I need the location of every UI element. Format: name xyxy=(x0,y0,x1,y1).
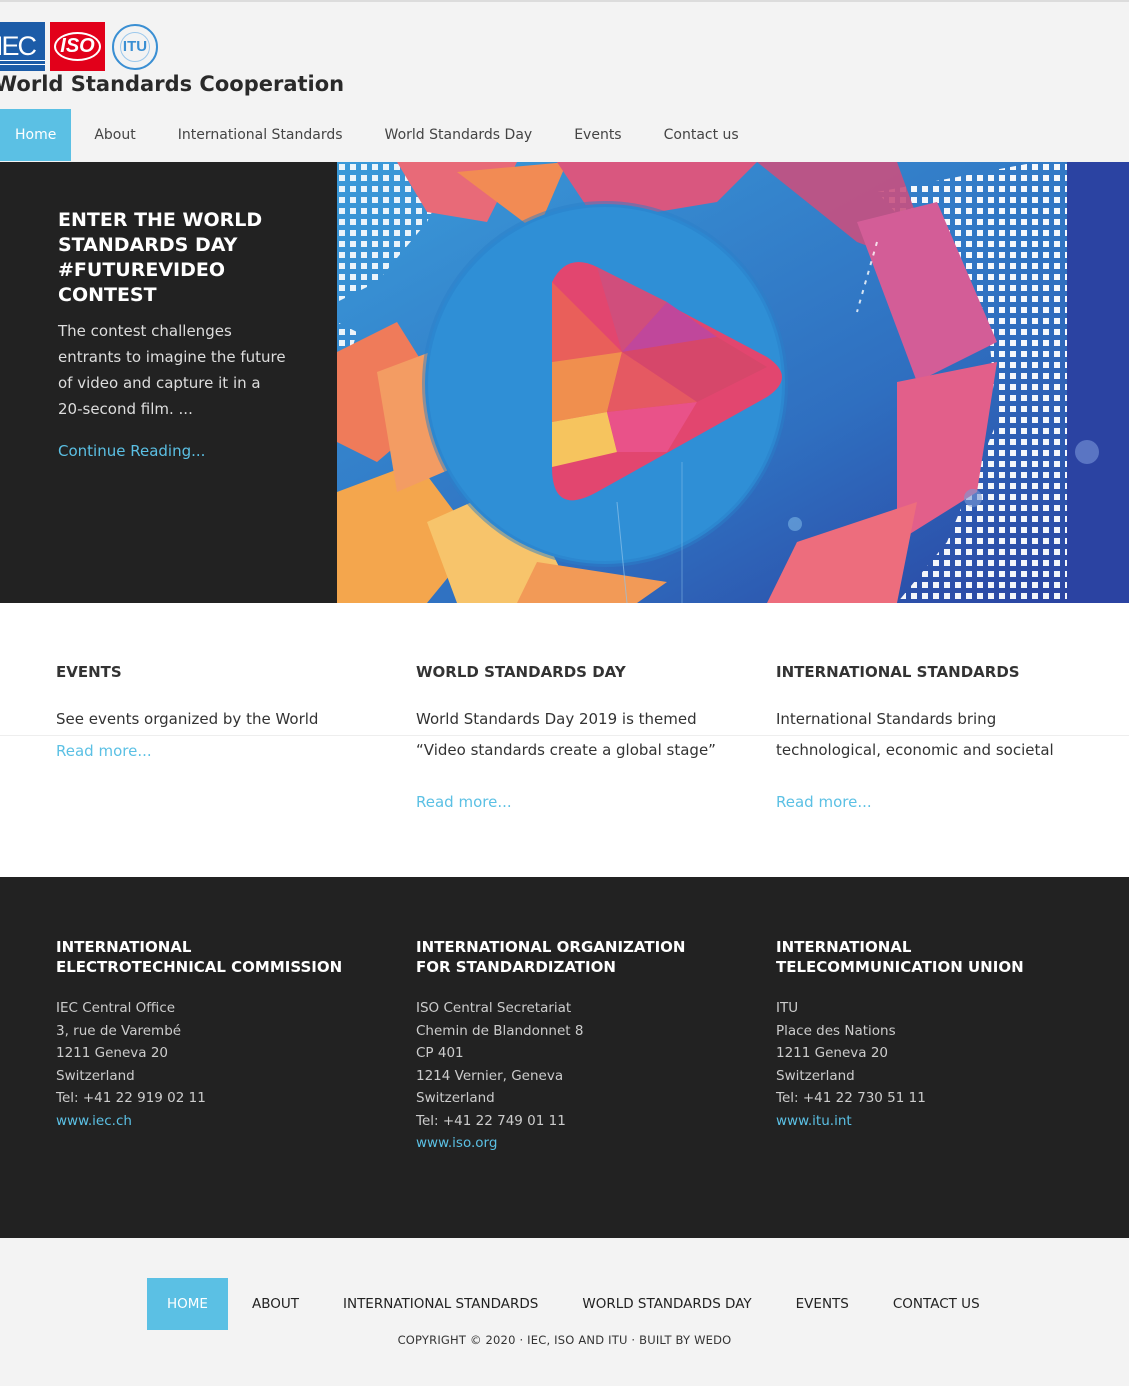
footer-nav-about[interactable]: About xyxy=(230,1278,321,1330)
nav-contact-us[interactable]: Contact us xyxy=(643,109,760,161)
feature-divider xyxy=(0,735,1129,736)
footer-col-iso: International Organization for Standardi… xyxy=(416,937,721,1155)
copyright-text: Copyright © 2020 · IEC, ISO and ITU · Bu… xyxy=(397,1333,732,1347)
footer-itu-address: ITU Place des Nations 1211 Geneva 20 Swi… xyxy=(776,997,1046,1110)
main-nav: Home About International Standards World… xyxy=(0,109,760,161)
feature-international-standards: International Standards International St… xyxy=(776,663,1076,811)
address-line: 1211 Geneva 20 xyxy=(56,1045,169,1061)
feature-events-read-more[interactable]: Read more... xyxy=(56,742,152,760)
address-line: Place des Nations xyxy=(776,1022,896,1039)
address-line: Switzerland xyxy=(56,1067,135,1084)
footer-nav-contact-us[interactable]: Contact us xyxy=(871,1278,1002,1330)
site-title[interactable]: World Standards Cooperation xyxy=(0,72,344,96)
nav-events[interactable]: Events xyxy=(553,109,642,161)
feature-wsd-read-more[interactable]: Read more... xyxy=(416,793,512,811)
feature-events: Events See events organized by the World… xyxy=(56,663,356,760)
nav-world-standards-day[interactable]: World Standards Day xyxy=(364,109,554,161)
address-line: ISO Central Secretariat xyxy=(416,1000,572,1016)
hero-slider: Enter the World Standards Day #FutureVid… xyxy=(0,162,1129,603)
iec-logo-text: IEC xyxy=(0,31,37,61)
address-line: 1214 Vernier, Geneva xyxy=(416,1067,564,1084)
continue-reading-link[interactable]: Continue Reading... xyxy=(58,442,205,460)
footer-nav-home[interactable]: Home xyxy=(147,1278,228,1330)
hero-title[interactable]: Enter the World Standards Day #FutureVid… xyxy=(58,208,318,308)
footer-iec-address: IEC Central Office 3, rue de Varembé 121… xyxy=(56,997,361,1110)
footer-nav-events[interactable]: Events xyxy=(774,1278,871,1330)
hero-description: The contest challenges entrants to imagi… xyxy=(58,322,286,418)
top-divider xyxy=(0,0,1129,2)
iec-logo[interactable]: IEC xyxy=(0,22,45,71)
footer-iso-address: ISO Central Secretariat Chemin de Blando… xyxy=(416,997,721,1132)
footer-itu-title: International Telecommunication Union xyxy=(776,938,1024,976)
address-line: 3, rue de Varembé xyxy=(56,1022,182,1039)
feature-is-read-more[interactable]: Read more... xyxy=(776,793,872,811)
phone-line: Tel: +41 22 919 02 11 xyxy=(56,1090,206,1106)
itu-logo-text: ITU xyxy=(122,38,148,55)
bottom-bar: Home About International Standards World… xyxy=(0,1238,1129,1386)
iso-logo[interactable]: ISO xyxy=(50,22,105,71)
address-line: CP 401 xyxy=(416,1045,464,1061)
feature-is-title[interactable]: International Standards xyxy=(776,663,1076,681)
footer-iso-title: International Organization for Standardi… xyxy=(416,938,686,976)
footer-col-itu: International Telecommunication Union IT… xyxy=(776,937,1046,1132)
itu-logo[interactable]: ITU xyxy=(112,24,158,70)
feature-events-title[interactable]: Events xyxy=(56,663,356,681)
address-line: Switzerland xyxy=(416,1090,495,1106)
footer-iec-title: International Electrotechnical Commissio… xyxy=(56,938,343,976)
nav-home[interactable]: Home xyxy=(0,109,72,161)
iso-website-link[interactable]: www.iso.org xyxy=(416,1132,721,1155)
address-line: Switzerland xyxy=(776,1067,855,1084)
iec-website-link[interactable]: www.iec.ch xyxy=(56,1110,361,1133)
iso-logo-text: ISO xyxy=(60,35,95,57)
address-line: ITU xyxy=(776,1000,799,1016)
nav-about[interactable]: About xyxy=(73,109,156,161)
nav-international-standards[interactable]: International Standards xyxy=(157,109,364,161)
feature-wsd-title[interactable]: World Standards Day xyxy=(416,663,716,681)
itu-website-link[interactable]: www.itu.int xyxy=(776,1110,1046,1133)
footer-nav-world-standards-day[interactable]: World Standards Day xyxy=(560,1278,773,1330)
hero-text-panel: Enter the World Standards Day #FutureVid… xyxy=(0,162,337,603)
footer-nav: Home About International Standards World… xyxy=(147,1278,1002,1330)
phone-line: Tel: +41 22 730 51 11 xyxy=(776,1090,926,1106)
phone-line: Tel: +41 22 749 01 11 xyxy=(416,1112,566,1129)
address-line: 1211 Geneva 20 xyxy=(776,1045,889,1061)
feature-world-standards-day: World Standards Day World Standards Day … xyxy=(416,663,716,811)
hero-image[interactable] xyxy=(337,162,1129,603)
footer-nav-international-standards[interactable]: International Standards xyxy=(321,1278,560,1330)
feature-blocks: Events See events organized by the World… xyxy=(0,603,1129,877)
footer-col-iec: International Electrotechnical Commissio… xyxy=(56,937,361,1132)
play-button-illustration-icon xyxy=(337,162,1129,603)
footer-contacts: International Electrotechnical Commissio… xyxy=(0,877,1129,1238)
address-line: Chemin de Blandonnet 8 xyxy=(416,1022,584,1039)
feature-events-text: See events organized by the World Standa… xyxy=(56,710,319,728)
address-line: IEC Central Office xyxy=(56,1000,176,1016)
